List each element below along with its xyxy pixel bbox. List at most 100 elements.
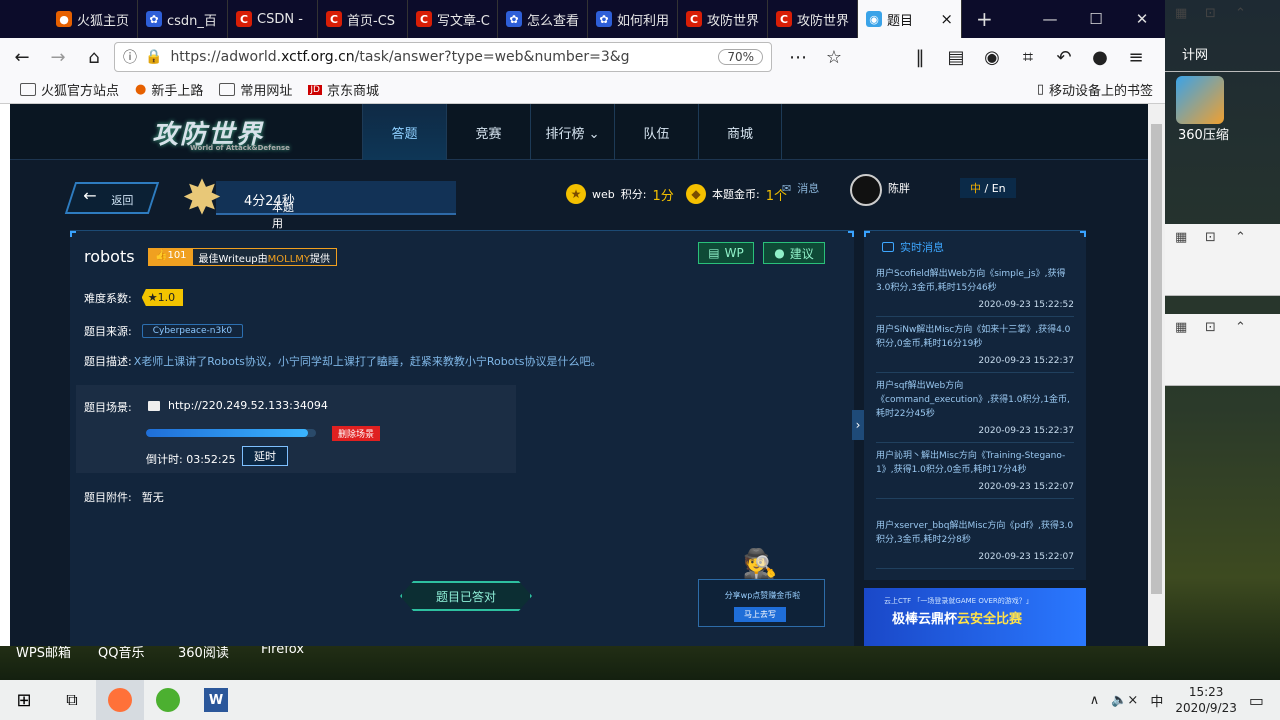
nav-competition[interactable]: 竞赛 xyxy=(446,104,530,160)
scroll-thumb[interactable] xyxy=(1151,124,1162,594)
bookmark-star-icon[interactable]: ☆ xyxy=(818,41,850,73)
side-widget-1: ▦ ⊡ ⌃ xyxy=(1165,0,1280,72)
answered-button[interactable]: 题目已答对 xyxy=(400,581,532,611)
avatar[interactable] xyxy=(850,174,882,206)
lock-icon[interactable]: 🔒 xyxy=(145,49,162,65)
back-button[interactable]: ← 返回 xyxy=(64,182,160,214)
tab-csdn[interactable]: C CSDN - xyxy=(228,0,318,38)
list-item: 用户訫玥丶解出Misc方向《Training-Stegano-1》,获得1.0积… xyxy=(876,449,1074,499)
bookmark-jd[interactable]: JD 京东商城 xyxy=(308,80,379,99)
ime-indicator[interactable]: 中 xyxy=(1150,691,1163,710)
grid-icon[interactable]: ▦ xyxy=(1175,320,1187,335)
360-taskbar-icon[interactable] xyxy=(144,680,192,720)
url-bar[interactable]: ⓘ 🔒 https://adworld.xctf.org.cn/task/ans… xyxy=(114,42,772,72)
more-icon[interactable]: ⋯ xyxy=(782,41,814,73)
account-icon[interactable]: ◉ xyxy=(976,41,1008,73)
grid-icon[interactable]: ▦ xyxy=(1175,6,1187,21)
mail-icon: ✉ xyxy=(782,181,792,195)
username[interactable]: 陈胖 xyxy=(888,180,910,196)
mobile-bookmarks[interactable]: ▯ 移动设备上的书签 xyxy=(1037,80,1153,99)
tab-active-task[interactable]: ◉ 题目 × xyxy=(858,0,962,38)
description-row: 题目描述: X老师上课讲了Robots协议，小宁同学却上课打了瞌睡，赶紧来教教小宁… xyxy=(84,355,602,368)
tab-adworld-1[interactable]: C 攻防世界 xyxy=(678,0,768,38)
nav-answer[interactable]: 答题 xyxy=(362,104,446,160)
collapse-icon[interactable]: ⌃ xyxy=(1235,230,1246,245)
csdn-icon: C xyxy=(236,11,252,27)
minimize-icon[interactable]: — xyxy=(1027,0,1073,38)
lock-icon[interactable]: ⊡ xyxy=(1205,320,1216,335)
new-tab-button[interactable]: + xyxy=(962,0,1007,38)
system-tray: ∧ 🔈× 中 15:23 2020/9/23 ▭ xyxy=(1090,684,1280,716)
screenshot-icon[interactable]: ⌗ xyxy=(1012,41,1044,73)
collapse-icon[interactable]: ⌃ xyxy=(1235,320,1246,335)
chevron-right-icon[interactable]: › xyxy=(852,410,864,440)
spy-icon: 🕵 xyxy=(742,547,778,580)
word-taskbar-icon[interactable]: W xyxy=(192,680,240,720)
home-icon[interactable]: ⌂ xyxy=(78,41,110,73)
sidebar-icon[interactable]: ▤ xyxy=(940,41,972,73)
clock[interactable]: 15:23 2020/9/23 xyxy=(1175,684,1237,716)
tab-csdn-home[interactable]: C 首页-CS xyxy=(318,0,408,38)
scene-url[interactable]: http://220.249.52.133:34094 xyxy=(148,399,328,412)
maximize-icon[interactable]: ☐ xyxy=(1073,0,1119,38)
page-scrollbar[interactable] xyxy=(1148,104,1165,646)
forward-arrow-icon[interactable]: → xyxy=(42,41,74,73)
close-tab-icon[interactable]: × xyxy=(940,10,953,28)
paw-icon: ✿ xyxy=(506,11,522,27)
nav-ranking[interactable]: 排行榜 ⌄ xyxy=(530,104,614,160)
task-view-icon[interactable]: ⧉ xyxy=(48,680,96,720)
tray-up-icon[interactable]: ∧ xyxy=(1090,693,1100,708)
volume-icon[interactable]: 🔈× xyxy=(1111,693,1138,708)
ad-banner[interactable]: 云上CTF 「一场登录就GAME OVER的游戏？」 极棒云鼎杯云安全比赛 xyxy=(864,588,1086,646)
firefox-taskbar-icon[interactable] xyxy=(96,680,144,720)
bookmark-getting-started[interactable]: ● 新手上路 xyxy=(135,80,203,99)
wp-button[interactable]: ▤ WP xyxy=(698,242,754,264)
delay-button[interactable]: 延时 xyxy=(242,446,288,466)
score-stat: ★ web 积分: 1分 xyxy=(566,184,674,204)
csdn-icon: C xyxy=(416,11,432,27)
undo-icon[interactable]: ↶ xyxy=(1048,41,1080,73)
extension-icon[interactable]: ● xyxy=(1084,41,1116,73)
zoom-level[interactable]: 70% xyxy=(718,49,763,65)
close-icon[interactable]: ✕ xyxy=(1119,0,1165,38)
bookmark-common-sites[interactable]: 常用网址 xyxy=(219,80,292,99)
tab-csdn-baidu[interactable]: ✿ csdn_百 xyxy=(138,0,228,38)
site-logo[interactable]: 攻防世界 World of Attack&Defense xyxy=(152,114,330,154)
desktop-label-360zip[interactable]: 360压缩 xyxy=(1178,124,1229,143)
collapse-icon[interactable]: ⌃ xyxy=(1235,6,1246,21)
nav-teams[interactable]: 队伍 xyxy=(614,104,698,160)
windows-start-icon[interactable]: ⊞ xyxy=(0,680,48,720)
jd-icon: JD xyxy=(308,84,322,95)
grid-icon[interactable]: ▦ xyxy=(1175,230,1187,245)
source-tag[interactable]: Cyberpeace-n3k0 xyxy=(141,324,244,338)
tab-how-to-use[interactable]: ✿ 如何利用 xyxy=(588,0,678,38)
library-icon[interactable]: ‖ xyxy=(904,41,936,73)
nav-shop[interactable]: 商城 xyxy=(698,104,782,160)
tab-write-article[interactable]: C 写文章-C xyxy=(408,0,498,38)
live-news-panel: 实时消息 用户Scofield解出Web方向《simple_js》,获得3.0积… xyxy=(864,230,1086,580)
web-page: 攻防世界 World of Attack&Defense 答题 竞赛 排行榜 ⌄ … xyxy=(10,104,1148,646)
suggest-button[interactable]: ● 建议 xyxy=(763,242,825,264)
bookmark-firefox[interactable]: 火狐官方站点 xyxy=(20,80,119,99)
countdown: 倒计时: 03:52:25 xyxy=(146,453,236,466)
info-icon[interactable]: ⓘ xyxy=(123,47,137,67)
news-title: 实时消息 xyxy=(882,239,944,255)
tab-adworld-2[interactable]: C 攻防世界 xyxy=(768,0,858,38)
lock-icon[interactable]: ⊡ xyxy=(1205,230,1216,245)
tab-how-to-view[interactable]: ✿ 怎么查看 xyxy=(498,0,588,38)
language-switch[interactable]: 中 / En xyxy=(960,178,1016,198)
lock-icon[interactable]: ⊡ xyxy=(1205,6,1216,21)
write-now-button[interactable]: 马上去写 xyxy=(734,607,786,622)
360zip-icon[interactable] xyxy=(1176,76,1224,124)
coins-stat: ◆ 本题金币: 1个 xyxy=(686,184,787,204)
notification-icon[interactable]: ▭ xyxy=(1249,691,1264,710)
document-icon: ▤ xyxy=(708,246,720,260)
back-arrow-icon[interactable]: ← xyxy=(6,41,38,73)
delete-scene-button[interactable]: 删除场景 xyxy=(332,426,381,441)
writeup-badge[interactable]: 👍101 最佳Writeup由MOLLMY提供 xyxy=(148,248,338,266)
messages-link[interactable]: ✉ 消息 xyxy=(782,180,819,196)
tab-firefox-home[interactable]: ● 火狐主页 xyxy=(48,0,138,38)
chat-icon xyxy=(882,242,894,252)
paw-icon: ✿ xyxy=(146,11,162,27)
menu-icon[interactable]: ≡ xyxy=(1120,41,1152,73)
